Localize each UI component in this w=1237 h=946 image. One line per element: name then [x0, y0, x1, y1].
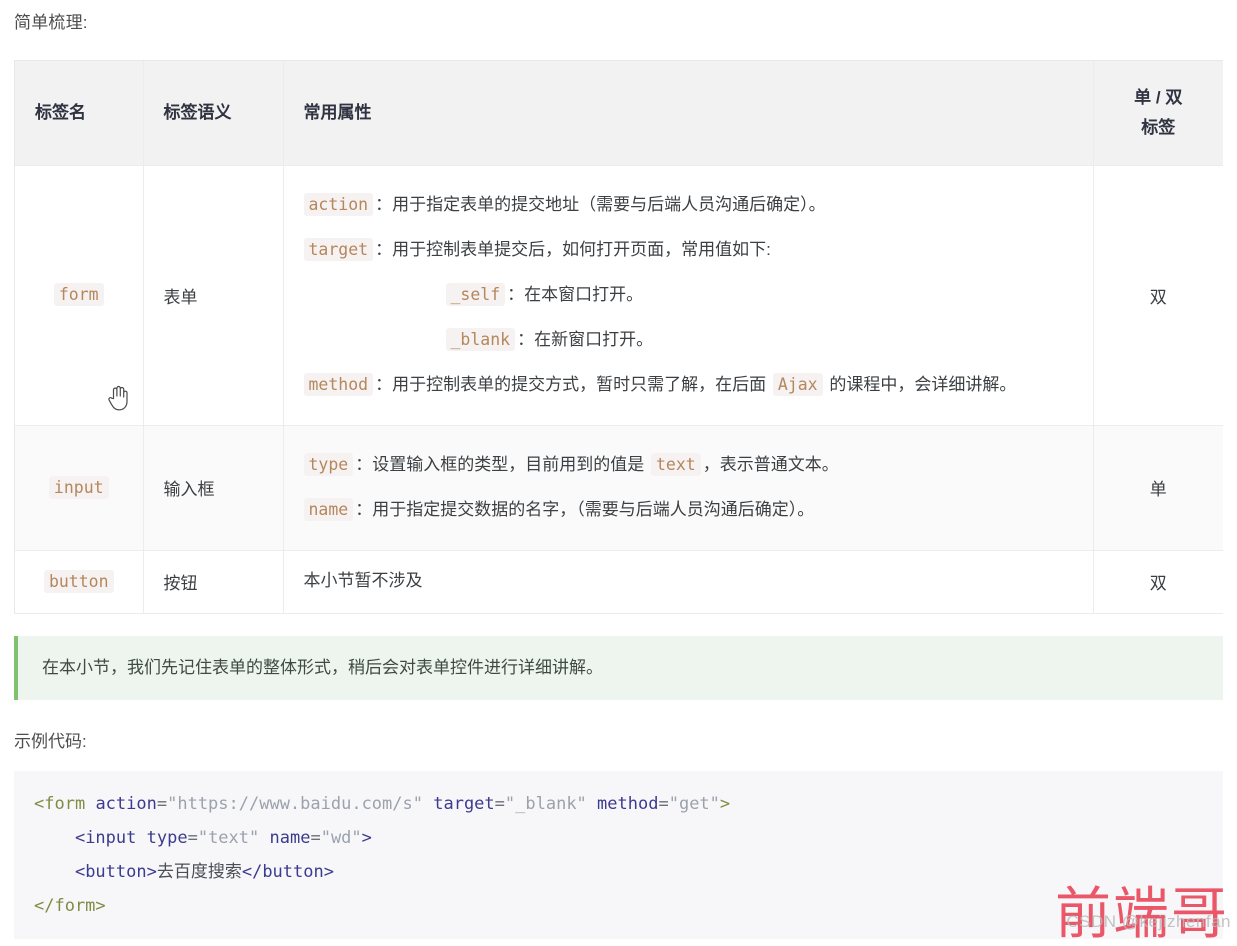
attr-code-action: action [303, 192, 374, 216]
table-header-row: 标签名 标签语义 常用属性 单 / 双 标签 [15, 61, 1223, 166]
code-line: <input type="text" name="wd"> [34, 821, 1223, 855]
info-callout-text: 在本小节，我们先记住表单的整体形式，稍后会对表单控件进行详细讲解。 [42, 657, 603, 677]
attr-text-action: ：用于指定表单的提交地址（需要与后端人员沟通后确定）。 [375, 194, 826, 214]
spec-table: 标签名 标签语义 常用属性 单 / 双 标签 form 表单 action ：用… [15, 61, 1223, 614]
page-root: 简单梳理: 标签名 标签语义 常用属性 单 / 双 标签 form 表单 act… [0, 0, 1237, 946]
attr-text-method-a: ：用于控制表单的提交方式，暂时只需了解，在后面 [375, 374, 771, 394]
spec-table-wrapper: 标签名 标签语义 常用属性 单 / 双 标签 form 表单 action ：用… [14, 60, 1223, 614]
attr-code-self: _self [445, 282, 506, 306]
code-token: <input [74, 827, 137, 848]
code-token: </button> [241, 861, 334, 882]
code-token: name [269, 827, 311, 848]
tag-code-form: form [53, 283, 104, 306]
code-token: > [361, 827, 372, 848]
attr-text-method-b: 的课程中，会详细讲解。 [824, 374, 1017, 394]
cell-tag-name: input [15, 425, 144, 551]
code-token: 去百度搜索 [156, 861, 242, 882]
code-token: action [95, 793, 157, 814]
attr-text-blank: ：在新窗口打开。 [517, 329, 654, 349]
attr-text-type-b: ，表示普通文本。 [702, 454, 839, 474]
lead-text: 简单梳理: [14, 13, 88, 32]
code-line: <form action="https://www.baidu.com/s" t… [34, 787, 1223, 821]
table-body: form 表单 action ：用于指定表单的提交地址（需要与后端人员沟通后确定）… [15, 165, 1223, 614]
attr-code-text-value: text [650, 452, 701, 476]
code-token: "wd" [320, 827, 362, 848]
cell-attributes: type ：设置输入框的类型，目前用到的值是 text ，表示普通文本。 name：… [283, 425, 1094, 551]
example-code-label: 示例代码: [14, 731, 87, 751]
header-tag-name: 标签名 [15, 61, 144, 166]
info-callout: 在本小节，我们先记住表单的整体形式，稍后会对表单控件进行详细讲解。 [14, 635, 1223, 700]
attr-text-self: ：在本窗口打开。 [507, 284, 644, 304]
code-token: target [433, 793, 495, 814]
code-token: <form [34, 793, 86, 814]
code-token: "_blank" [504, 793, 587, 814]
attr-text-target: ：用于控制表单提交后，如何打开页面，常用值如下: [375, 239, 771, 259]
code-token: </form> [34, 895, 106, 916]
code-line: </form> [34, 889, 1223, 923]
code-token: "https://www.baidu.com/s" [167, 793, 423, 814]
attr-code-ajax: Ajax [772, 372, 823, 396]
cell-attributes: 本小节暂不涉及 [283, 550, 1094, 614]
table-row: input 输入框 type ：设置输入框的类型，目前用到的值是 text ，表示普… [15, 425, 1223, 551]
cell-pair-type: 双 [1093, 165, 1223, 426]
table-row: button 按钮 本小节暂不涉及 双 [15, 550, 1223, 614]
cell-pair-type: 单 [1093, 425, 1223, 551]
header-pair-line1: 单 / 双 [1134, 87, 1183, 107]
watermark-sub-text: CSDN @kejizhenfan [1066, 912, 1231, 931]
attr-line-action: action ：用于指定表单的提交地址（需要与后端人员沟通后确定）。 [303, 182, 1073, 227]
attr-text-name: ：用于指定提交数据的名字，（需要与后端人员沟通后确定）。 [355, 499, 815, 519]
tag-code-button: button [43, 569, 114, 593]
code-token: = [494, 793, 505, 814]
attr-code-target: target [303, 237, 374, 261]
attr-code-blank: _blank [445, 327, 516, 351]
attr-line-name: name ：用于指定提交数据的名字，（需要与后端人员沟通后确定）。 [303, 487, 1073, 532]
code-token: = [310, 827, 321, 848]
cell-semantic: 输入框 [143, 425, 284, 551]
example-code-block: <form action="https://www.baidu.com/s" t… [14, 770, 1223, 939]
attr-code-method: method [303, 372, 374, 396]
attr-code-type: type [303, 452, 354, 476]
attr-line-blank: _blank ：在新窗口打开。 [304, 317, 1073, 362]
cell-attributes: action ：用于指定表单的提交地址（需要与后端人员沟通后确定）。 target… [283, 165, 1094, 426]
code-token: = [187, 827, 198, 848]
attr-line-self: _self ：在本窗口打开。 [304, 272, 1073, 317]
code-token: = [658, 793, 669, 814]
attr-line-plain: 本小节暂不涉及 [303, 570, 423, 590]
cell-tag-name: form [15, 165, 144, 426]
attr-line-target: target ：用于控制表单提交后，如何打开页面，常用值如下: [303, 227, 1073, 272]
header-attributes: 常用属性 [283, 61, 1094, 166]
code-token: "text" [197, 827, 260, 848]
attr-code-name: name [303, 497, 354, 521]
tag-code-input: input [48, 475, 109, 499]
header-pair-line2: 标签 [1141, 117, 1176, 137]
code-line: <button>去百度搜索</button> [34, 855, 1223, 889]
header-semantic: 标签语义 [143, 61, 284, 166]
code-token: "get" [668, 793, 720, 814]
code-token: method [597, 793, 659, 814]
attr-text-type-a: ：设置输入框的类型，目前用到的值是 [355, 454, 649, 474]
header-pair-type: 单 / 双 标签 [1093, 61, 1223, 166]
code-token: <button> [74, 861, 157, 882]
cell-semantic: 表单 [143, 165, 284, 426]
table-head: 标签名 标签语义 常用属性 单 / 双 标签 [15, 61, 1223, 166]
code-token: > [719, 793, 731, 814]
code-token: type [146, 827, 188, 848]
cell-tag-name: button [15, 550, 144, 614]
cell-semantic: 按钮 [143, 550, 284, 614]
attr-line-type: type ：设置输入框的类型，目前用到的值是 text ，表示普通文本。 [303, 442, 1073, 487]
cell-pair-type: 双 [1093, 550, 1223, 614]
attr-line-method: method ：用于控制表单的提交方式，暂时只需了解，在后面 Ajax 的课程中，… [303, 362, 1073, 407]
table-row: form 表单 action ：用于指定表单的提交地址（需要与后端人员沟通后确定）… [15, 165, 1223, 426]
code-token: = [156, 793, 168, 814]
